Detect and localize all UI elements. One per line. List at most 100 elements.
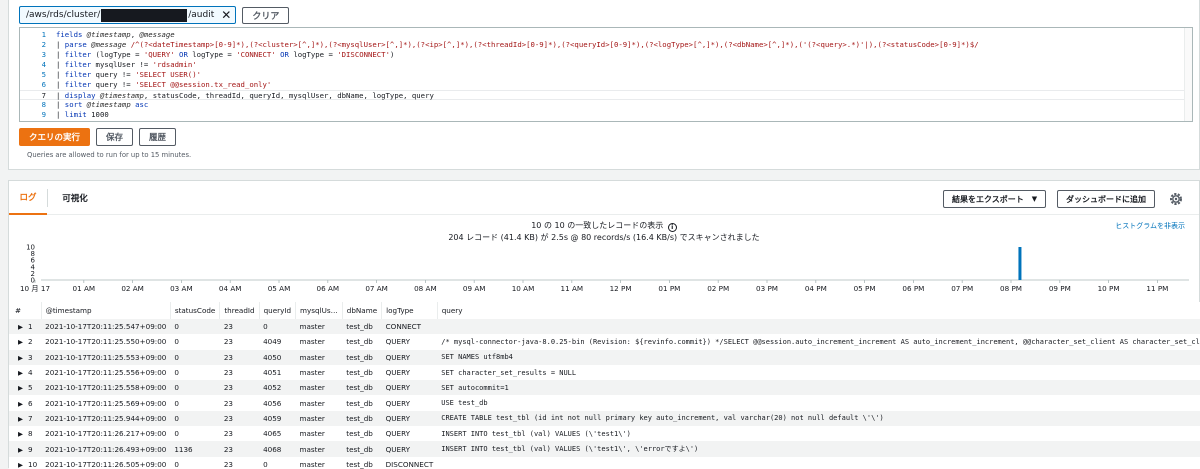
clear-button[interactable]: クリア xyxy=(242,6,290,24)
expand-row-icon[interactable]: ▶ xyxy=(18,415,23,423)
column-header[interactable]: mysqlUs… xyxy=(295,302,343,319)
x-tick-label: 03 AM xyxy=(170,284,193,293)
table-cell: 4050 xyxy=(259,349,296,365)
row-number-cell: ▶ 2 xyxy=(9,334,42,350)
x-tick-label: 07 PM xyxy=(951,284,973,293)
expand-row-icon[interactable]: ▶ xyxy=(18,338,23,346)
query-line[interactable]: 1 fields @timestamp, @message xyxy=(20,30,1192,40)
query-line[interactable]: 2 | parse @message /^(?<dateTimestamp>[0-… xyxy=(20,40,1192,50)
table-cell: SET NAMES utf8mb4 xyxy=(437,349,1200,365)
hide-histogram-link[interactable]: ヒストグラムを非表示 xyxy=(1115,221,1185,231)
query-line[interactable]: 4 | filter mysqlUser != 'rdsadmin' xyxy=(20,60,1192,70)
column-header[interactable]: query xyxy=(437,302,1200,319)
table-header-row: # @timestamp statusCode threadId queryId mysq… xyxy=(9,302,1200,319)
query-editor[interactable]: 1 fields @timestamp, @message 2 | parse @me… xyxy=(19,27,1193,122)
query-line[interactable]: 5 | filter query != 'SELECT USER()' xyxy=(20,70,1192,80)
table-cell: 4059 xyxy=(259,410,296,427)
table-cell: INSERT INTO test_tbl (val) VALUES (\'tes… xyxy=(437,426,1200,442)
table-cell: 23 xyxy=(219,380,260,396)
expand-row-icon[interactable]: ▶ xyxy=(18,354,23,362)
table-cell: QUERY xyxy=(381,395,438,411)
info-icon[interactable]: i xyxy=(667,223,677,232)
table-cell: test_db xyxy=(342,334,382,350)
table-cell: 23 xyxy=(219,319,260,335)
table-cell: 0 xyxy=(170,334,220,350)
table-cell: master xyxy=(295,426,343,442)
table-cell: 23 xyxy=(219,395,260,411)
x-tick-label: 01 PM xyxy=(658,284,680,293)
expand-row-icon[interactable]: ▶ xyxy=(18,369,23,377)
table-cell: QUERY xyxy=(381,334,438,350)
expand-row-icon[interactable]: ▶ xyxy=(18,323,23,331)
query-line[interactable]: 9 | limit 1000 xyxy=(20,110,1192,120)
column-header[interactable]: threadId xyxy=(219,302,260,319)
query-line[interactable]: 3 | filter (logType = 'QUERY' OR logType … xyxy=(20,50,1192,60)
table-cell: QUERY xyxy=(381,364,438,381)
table-row[interactable]: ▶ 9 2021-10-17T20:11:26.493+09:00 1136 23 406… xyxy=(9,441,1200,457)
expand-row-icon[interactable]: ▶ xyxy=(18,384,23,392)
x-tick-label: 02 PM xyxy=(707,284,729,293)
query-code: fields @timestamp, @message xyxy=(56,30,175,39)
expand-row-icon[interactable]: ▶ xyxy=(18,430,23,438)
run-time-hint: Queries are allowed to run for up to 15 … xyxy=(27,151,192,159)
table-cell: SET character_set_results = NULL xyxy=(437,364,1200,381)
column-header[interactable]: @timestamp xyxy=(41,302,171,319)
query-code: | filter query != 'SELECT @@session.tx_r… xyxy=(56,80,272,89)
table-row[interactable]: ▶ 7 2021-10-17T20:11:25.944+09:00 0 23 4059 ma… xyxy=(9,410,1200,427)
expand-row-icon[interactable]: ▶ xyxy=(18,400,23,408)
histogram-bar[interactable] xyxy=(1018,247,1022,280)
table-cell: 1136 xyxy=(170,441,220,457)
table-cell: /* mysql-connector-java-8.0.25-bin (Revi… xyxy=(437,334,1200,350)
x-tick-label: 09 PM xyxy=(1049,284,1071,293)
table-row[interactable]: ▶ 1 2021-10-17T20:11:25.547+09:00 0 23 0 maste… xyxy=(9,319,1200,335)
table-cell: 23 xyxy=(219,441,260,457)
history-button[interactable]: 履歴 xyxy=(139,128,177,146)
x-tick-label: 11 PM xyxy=(1146,284,1168,293)
save-button[interactable]: 保存 xyxy=(96,128,134,146)
table-cell: DISCONNECT xyxy=(381,456,438,469)
log-group-chip[interactable]: /aws/rds/cluster/ /audit ✕ xyxy=(19,6,237,24)
column-header[interactable]: logType xyxy=(381,302,438,319)
query-code: | filter mysqlUser != 'rdsadmin' xyxy=(56,60,197,69)
line-number: 1 xyxy=(41,30,46,39)
gear-icon[interactable] xyxy=(1168,191,1184,207)
column-header[interactable]: queryId xyxy=(259,302,297,319)
query-line[interactable]: 7 | display @timestamp, statusCode, threa… xyxy=(20,90,1192,100)
run-query-button[interactable]: クエリの実行 xyxy=(19,128,91,146)
table-cell: 4068 xyxy=(259,441,296,457)
table-cell: master xyxy=(295,349,343,365)
column-header[interactable]: statusCode xyxy=(170,302,221,319)
row-number: 4 xyxy=(28,368,33,378)
expand-row-icon[interactable]: ▶ xyxy=(18,446,23,454)
x-tick-label: 10 AM xyxy=(512,284,535,293)
column-header[interactable]: # xyxy=(9,302,42,319)
table-cell: 4049 xyxy=(259,334,296,350)
x-tick-label: 06 PM xyxy=(902,284,924,293)
table-cell: 23 xyxy=(219,349,260,365)
export-results-button[interactable]: 結果をエクスポート ▼ xyxy=(943,190,1047,208)
row-number-cell: ▶ 8 xyxy=(9,426,42,442)
query-line[interactable]: 8 | sort @timestamp asc xyxy=(20,100,1192,110)
add-to-dashboard-button[interactable]: ダッシュボードに追加 xyxy=(1057,190,1155,208)
query-code: | limit 1000 xyxy=(56,110,109,119)
table-cell: 4052 xyxy=(259,380,296,396)
column-header[interactable]: dbName xyxy=(342,302,383,319)
table-cell: 2021-10-17T20:11:25.558+09:00 xyxy=(41,380,171,396)
table-row[interactable]: ▶ 4 2021-10-17T20:11:25.556+09:00 0 23 4051 ma… xyxy=(9,364,1200,381)
query-line[interactable]: 6 | filter query != 'SELECT @@session.tx_… xyxy=(20,80,1192,90)
export-label: 結果をエクスポート xyxy=(952,194,1024,204)
tab-logs[interactable]: ログ xyxy=(9,181,47,215)
tab-visualize[interactable]: 可視化 xyxy=(55,181,95,215)
table-row[interactable]: ▶ 8 2021-10-17T20:11:26.217+09:00 0 23 4065 ma… xyxy=(9,426,1200,442)
row-number-cell: ▶ 6 xyxy=(9,395,42,411)
table-cell: test_db xyxy=(342,349,382,365)
table-cell: test_db xyxy=(342,395,382,411)
table-row[interactable]: ▶ 3 2021-10-17T20:11:25.553+09:00 0 23 4050 ma… xyxy=(9,349,1200,365)
table-row[interactable]: ▶ 2 2021-10-17T20:11:25.550+09:00 0 23 4049 ma… xyxy=(9,334,1200,350)
close-icon[interactable]: ✕ xyxy=(221,9,231,21)
editor-scrollbar[interactable] xyxy=(1184,28,1192,121)
table-row[interactable]: ▶ 10 2021-10-17T20:11:26.505+09:00 0 23 0 mast… xyxy=(9,456,1200,469)
table-cell: 2021-10-17T20:11:25.553+09:00 xyxy=(41,349,171,365)
table-row[interactable]: ▶ 6 2021-10-17T20:11:25.569+09:00 0 23 4056 ma… xyxy=(9,395,1200,411)
table-row[interactable]: ▶ 5 2021-10-17T20:11:25.558+09:00 0 23 4052 ma… xyxy=(9,380,1200,396)
